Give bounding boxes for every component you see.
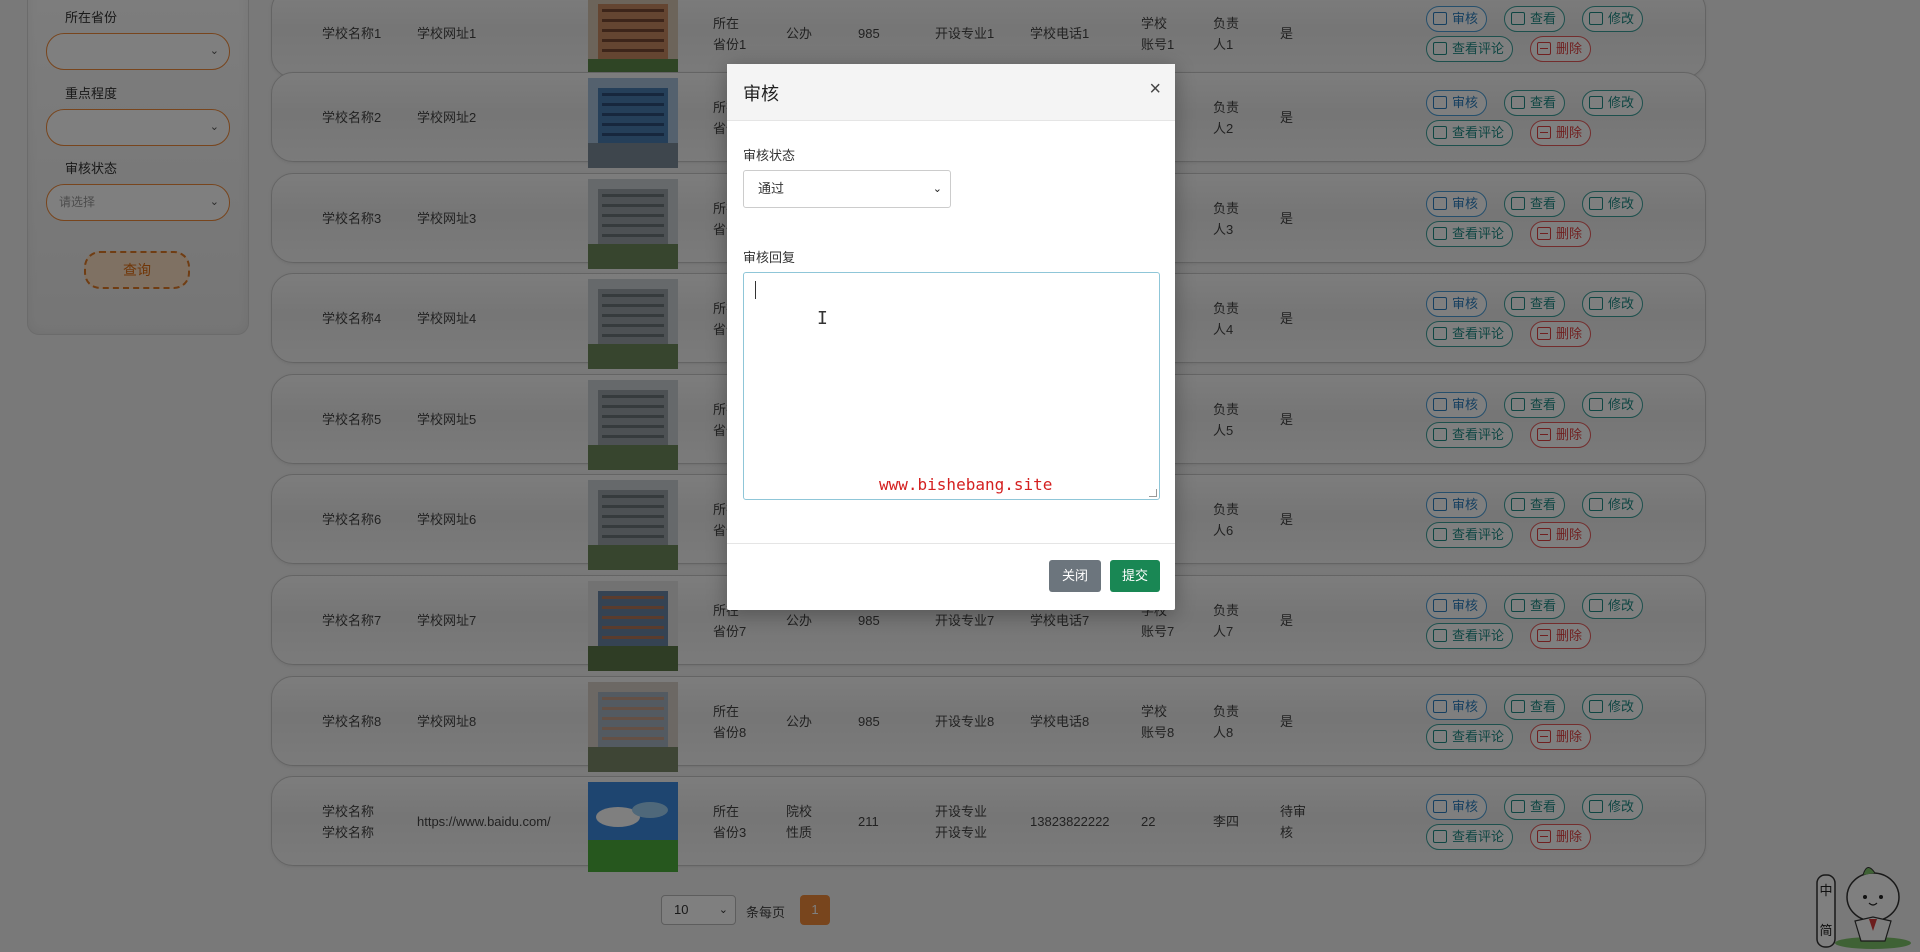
- resize-handle[interactable]: [1149, 489, 1157, 497]
- submit-button[interactable]: 提交: [1110, 560, 1160, 592]
- audit-dialog: 审核 × 审核状态 通过 ⌄ 审核回复 I www.bishebang.site…: [727, 64, 1175, 610]
- audit-status-field-label: 审核状态: [743, 148, 796, 163]
- text-cursor-icon: I: [817, 308, 828, 329]
- text-caret: [755, 281, 756, 299]
- dialog-header: 审核 ×: [727, 64, 1175, 121]
- close-button[interactable]: 关闭: [1049, 560, 1101, 592]
- watermark-text: www.bishebang.site: [879, 475, 1053, 494]
- audit-status-value: 通过: [758, 181, 785, 196]
- dialog-footer-divider: [727, 543, 1175, 544]
- dialog-title: 审核: [743, 84, 779, 104]
- audit-reply-label: 审核回复: [743, 250, 796, 265]
- close-icon[interactable]: ×: [1149, 78, 1161, 101]
- audit-status-dropdown[interactable]: 通过 ⌄: [743, 170, 951, 208]
- audit-reply-textarea[interactable]: I www.bishebang.site: [743, 272, 1160, 500]
- chevron-down-icon: ⌄: [932, 183, 942, 195]
